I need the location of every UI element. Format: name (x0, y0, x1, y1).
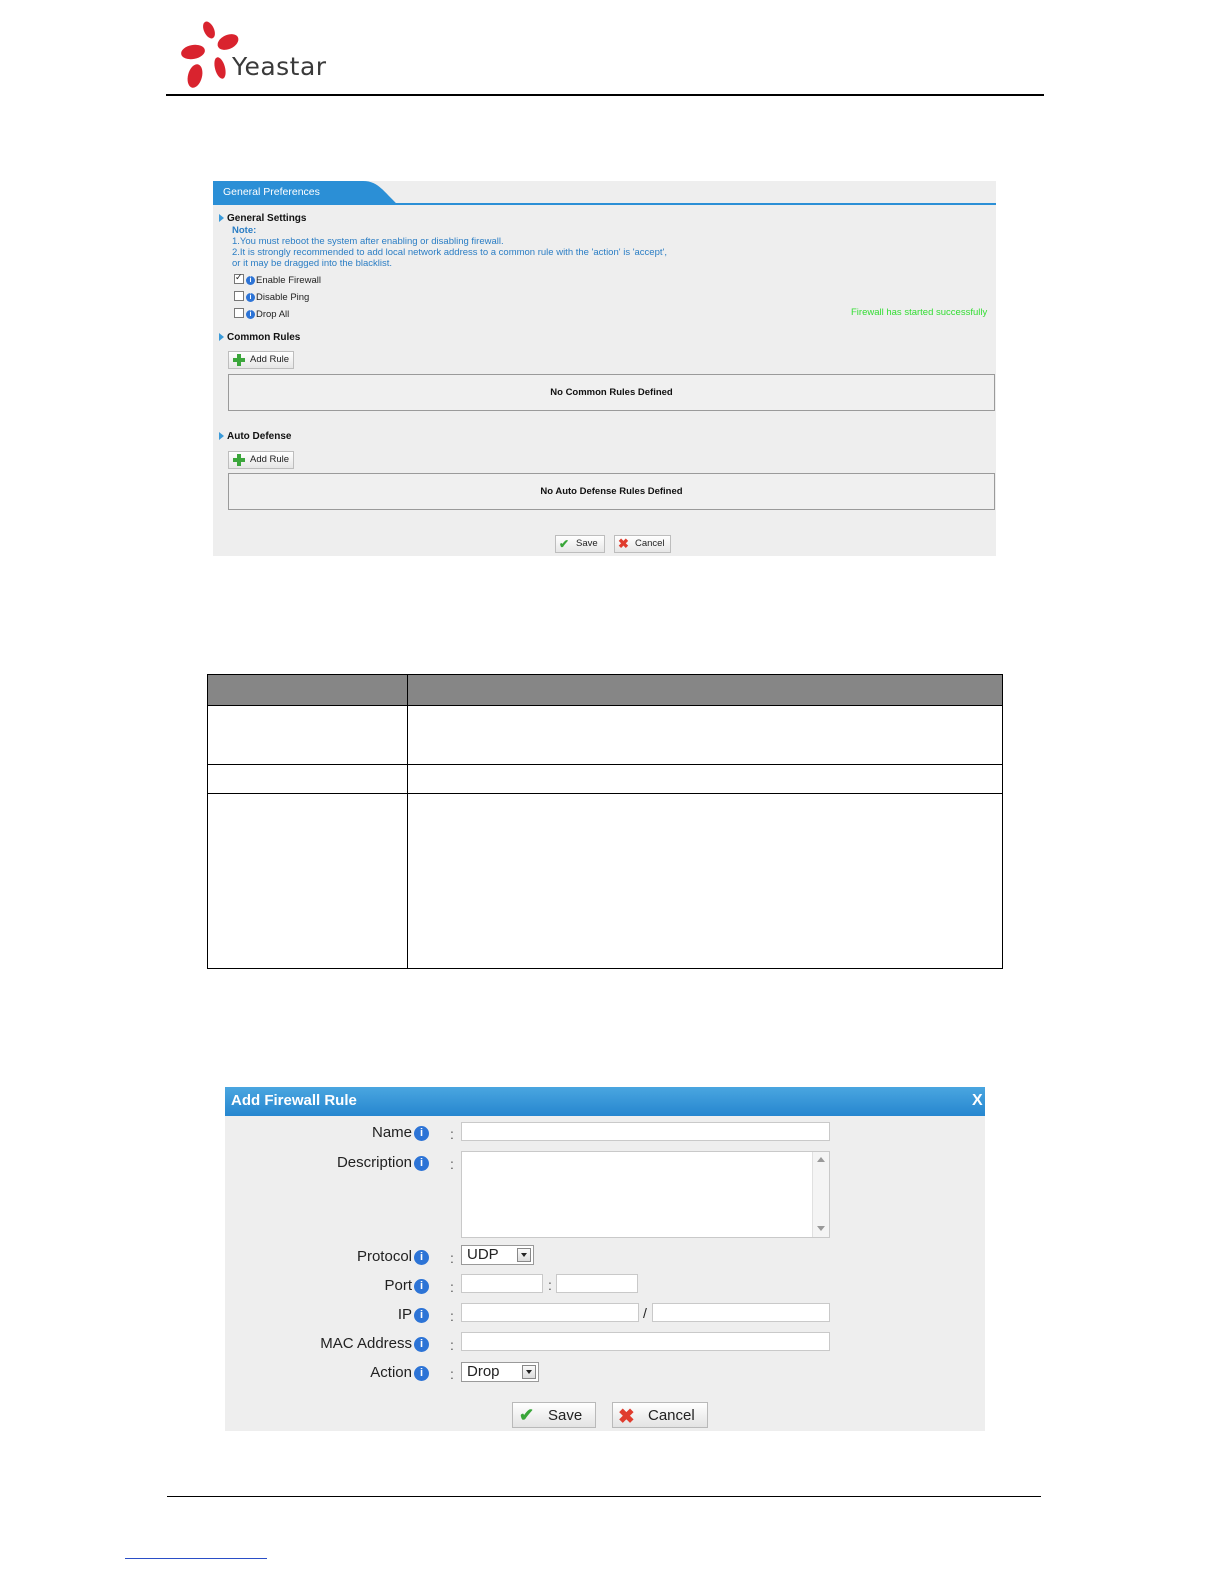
info-icon[interactable]: i (414, 1250, 429, 1265)
info-icon[interactable]: i (414, 1308, 429, 1323)
close-icon: ✖ (618, 1406, 635, 1428)
ip-mask-input[interactable] (652, 1303, 830, 1322)
ip-label: IP i (225, 1306, 429, 1323)
enable-firewall-label: Enable Firewall (256, 275, 321, 286)
note-label: Note: (232, 225, 257, 236)
disable-ping-row: i Disable Ping (234, 291, 309, 303)
tab-bar (213, 181, 996, 205)
check-icon: ✔ (559, 537, 570, 551)
disable-ping-label: Disable Ping (256, 292, 310, 303)
info-icon[interactable]: i (414, 1126, 429, 1141)
colon: : (450, 1308, 454, 1324)
description-textarea[interactable] (461, 1151, 830, 1238)
drop-all-label: Drop All (256, 309, 290, 320)
name-label: Name i (225, 1124, 429, 1141)
colon: : (450, 1366, 454, 1382)
general-preferences-panel: General Preferences General Settings Not… (213, 181, 996, 556)
plus-icon (232, 453, 246, 467)
action-select[interactable]: Drop (461, 1362, 539, 1382)
footer-link-underline[interactable] (125, 1558, 267, 1559)
colon: : (450, 1126, 454, 1142)
colon: : (450, 1156, 454, 1172)
common-rules-empty-state: No Common Rules Defined (228, 374, 995, 411)
auto-defense-heading: Auto Defense (219, 431, 291, 442)
mac-address-input[interactable] (461, 1332, 830, 1351)
expand-triangle-icon (219, 333, 224, 341)
info-icon[interactable]: i (414, 1279, 429, 1294)
common-add-rule-button[interactable]: Add Rule (228, 351, 294, 369)
mac-address-label: MAC Address i (225, 1335, 429, 1352)
protocol-label: Protocol i (225, 1248, 429, 1265)
info-icon[interactable]: i (246, 293, 255, 302)
common-rules-heading: Common Rules (219, 332, 300, 343)
note-line-3: or it may be dragged into the blacklist. (232, 258, 393, 269)
cancel-button[interactable]: ✖ Cancel (614, 535, 671, 553)
ip-separator: / (643, 1305, 647, 1321)
auto-defense-add-rule-button[interactable]: Add Rule (228, 451, 294, 469)
chevron-down-icon (522, 1365, 536, 1379)
save-button[interactable]: ✔ Save (512, 1402, 596, 1428)
expand-triangle-icon (219, 432, 224, 440)
name-input[interactable] (461, 1122, 830, 1141)
chevron-down-icon (517, 1248, 531, 1262)
table-column-divider (407, 675, 408, 968)
scroll-up-icon[interactable] (817, 1157, 825, 1162)
tab-general-preferences[interactable]: General Preferences (223, 186, 320, 198)
note-line-1: 1.You must reboot the system after enabl… (232, 236, 504, 247)
info-icon[interactable]: i (246, 310, 255, 319)
port-label: Port i (225, 1277, 429, 1294)
disable-ping-checkbox[interactable] (234, 291, 244, 301)
cancel-button[interactable]: ✖ Cancel (612, 1402, 708, 1428)
colon: : (450, 1250, 454, 1266)
scroll-down-icon[interactable] (817, 1226, 825, 1231)
textarea-scrollbar[interactable] (812, 1152, 829, 1237)
close-icon[interactable]: X (972, 1092, 983, 1110)
drop-all-checkbox[interactable] (234, 308, 244, 318)
info-icon[interactable]: i (414, 1156, 429, 1171)
expand-triangle-icon (219, 214, 224, 222)
add-firewall-rule-dialog: Add Firewall Rule X Name i : Description i… (225, 1087, 985, 1431)
port-start-input[interactable] (461, 1274, 543, 1293)
brand-name: Yeastar (232, 52, 327, 81)
save-button[interactable]: ✔ Save (555, 535, 605, 553)
action-label: Action i (225, 1364, 429, 1381)
info-icon[interactable]: i (246, 276, 255, 285)
port-end-input[interactable] (556, 1274, 638, 1293)
table-row (208, 764, 1002, 765)
auto-defense-empty-state: No Auto Defense Rules Defined (228, 473, 995, 510)
enable-firewall-checkbox[interactable] (234, 272, 244, 284)
description-label: Description i (225, 1154, 429, 1171)
footer-divider (167, 1496, 1041, 1497)
drop-all-row: i Drop All (234, 308, 289, 320)
check-icon: ✔ (519, 1405, 535, 1425)
enable-firewall-row: iEnable Firewall (234, 272, 321, 286)
info-icon[interactable]: i (414, 1366, 429, 1381)
info-icon[interactable]: i (414, 1337, 429, 1352)
colon: : (450, 1279, 454, 1295)
ip-address-input[interactable] (461, 1303, 639, 1322)
dialog-title: Add Firewall Rule (231, 1092, 357, 1109)
table-row (208, 793, 1002, 794)
header-divider (166, 94, 1044, 96)
colon: : (450, 1337, 454, 1353)
general-settings-heading: General Settings (219, 213, 306, 224)
port-separator: : (548, 1277, 552, 1293)
plus-icon (232, 353, 246, 367)
protocol-select[interactable]: UDP (461, 1245, 534, 1265)
firewall-status-message: Firewall has started successfully (851, 307, 988, 318)
close-icon: ✖ (618, 536, 629, 551)
note-line-2: 2.It is strongly recommended to add loca… (232, 247, 667, 258)
table-header-row (208, 675, 1002, 706)
settings-table (207, 674, 1003, 969)
